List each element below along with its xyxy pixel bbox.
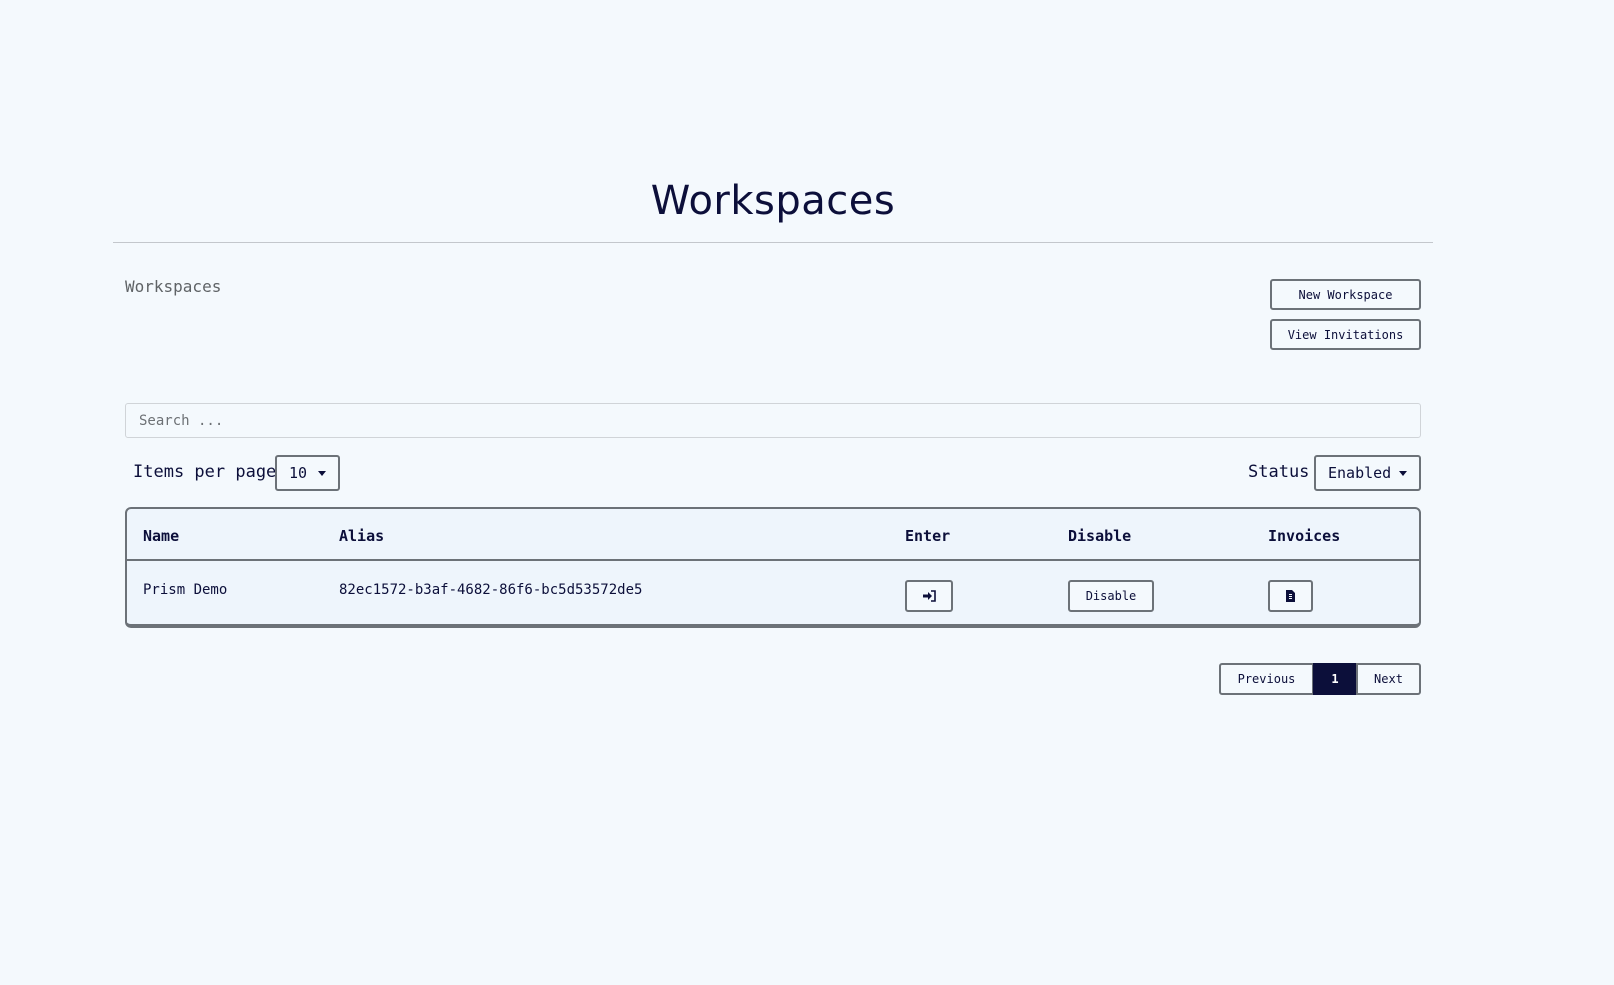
pagination-page-1[interactable]: 1 [1313,663,1357,695]
disable-workspace-button[interactable]: Disable [1068,580,1154,612]
table-header: Name Alias Enter Disable Invoices [127,509,1419,561]
column-header-invoices: Invoices [1268,527,1341,545]
status-value: Enabled [1328,464,1392,482]
status-dropdown[interactable]: Enabled [1314,455,1421,491]
title-divider [113,242,1433,243]
workspaces-table: Name Alias Enter Disable Invoices Prism … [125,507,1421,628]
column-header-enter: Enter [905,527,951,545]
items-per-page-value: 10 [289,464,308,482]
view-invitations-button[interactable]: View Invitations [1270,319,1421,350]
invoice-file-icon [1286,590,1295,602]
items-per-page-label: Items per page [133,462,277,482]
workspace-alias: 82ec1572-b3af-4682-86f6-bc5d53572de5 [339,582,643,598]
caret-down-icon [318,471,326,476]
pagination-previous-button[interactable]: Previous [1219,663,1314,695]
column-header-name: Name [143,527,180,545]
items-per-page-dropdown[interactable]: 10 [275,455,340,491]
page-title: Workspaces [650,178,896,224]
status-label: Status [1248,462,1310,482]
search-input[interactable] [125,403,1421,438]
breadcrumb: Workspaces [125,277,222,296]
pagination-next-button[interactable]: Next [1356,663,1421,695]
new-workspace-button[interactable]: New Workspace [1270,279,1421,310]
caret-down-icon [1399,471,1407,476]
workspace-name: Prism Demo [143,582,228,598]
enter-workspace-button[interactable] [905,580,953,612]
sign-in-icon [922,590,936,602]
column-header-alias: Alias [339,527,385,545]
column-header-disable: Disable [1068,527,1132,545]
invoices-button[interactable] [1268,580,1313,612]
